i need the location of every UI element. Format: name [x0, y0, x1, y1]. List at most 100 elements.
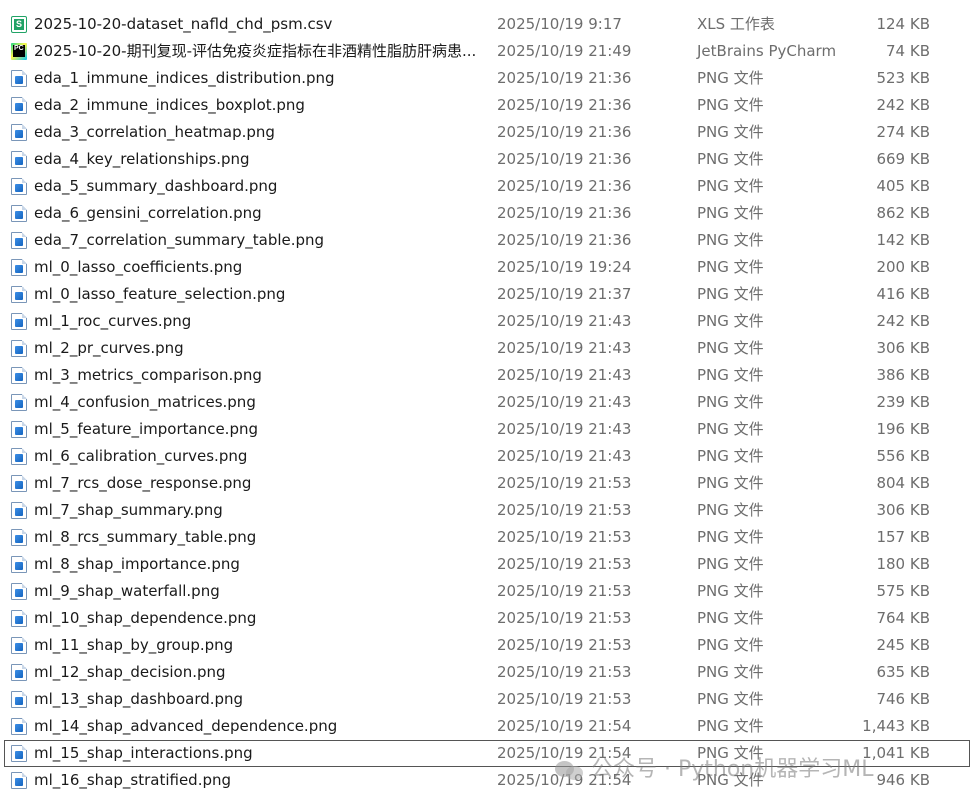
- file-row[interactable]: ml_1_roc_curves.png 2025/10/19 21:43 PNG 文…: [0, 308, 971, 335]
- file-date-modified: 2025/10/19 21:37: [497, 285, 632, 303]
- file-row[interactable]: ml_7_rcs_dose_response.png 2025/10/19 21:…: [0, 470, 971, 497]
- file-name[interactable]: eda_1_immune_indices_distribution.png: [34, 65, 484, 92]
- file-row[interactable]: ml_10_shap_dependence.png 2025/10/19 21:5…: [0, 605, 971, 632]
- png-icon: [11, 556, 27, 573]
- watermark: 公众号 · Python机器学习ML: [555, 754, 873, 786]
- file-date-modified: 2025/10/19 21:43: [497, 447, 632, 465]
- file-size: 142 KB: [876, 231, 930, 249]
- file-row[interactable]: ml_3_metrics_comparison.png 2025/10/19 21…: [0, 362, 971, 389]
- file-name[interactable]: eda_3_correlation_heatmap.png: [34, 119, 484, 146]
- file-type: PNG 文件: [697, 582, 764, 600]
- file-name[interactable]: ml_0_lasso_coefficients.png: [34, 254, 484, 281]
- file-size: 239 KB: [876, 393, 930, 411]
- file-name[interactable]: ml_1_roc_curves.png: [34, 308, 484, 335]
- file-type: PNG 文件: [697, 312, 764, 330]
- file-name[interactable]: ml_8_shap_importance.png: [34, 551, 484, 578]
- file-name[interactable]: ml_15_shap_interactions.png: [34, 740, 484, 767]
- file-type: PNG 文件: [697, 636, 764, 654]
- png-icon: [11, 502, 27, 519]
- file-row[interactable]: ml_12_shap_decision.png 2025/10/19 21:53 P…: [0, 659, 971, 686]
- file-name[interactable]: ml_0_lasso_feature_selection.png: [34, 281, 484, 308]
- file-name[interactable]: ml_6_calibration_curves.png: [34, 443, 484, 470]
- file-name[interactable]: ml_8_rcs_summary_table.png: [34, 524, 484, 551]
- file-date-modified: 2025/10/19 21:36: [497, 69, 632, 87]
- file-name[interactable]: 2025-10-20-期刊复现-评估免疫炎症指标在非酒精性脂肪肝病患...: [34, 38, 484, 65]
- file-type: JetBrains PyCharm: [697, 42, 837, 60]
- file-name[interactable]: ml_10_shap_dependence.png: [34, 605, 484, 632]
- file-size: 242 KB: [876, 96, 930, 114]
- file-date-modified: 2025/10/19 21:54: [497, 717, 632, 735]
- file-name[interactable]: ml_9_shap_waterfall.png: [34, 578, 484, 605]
- file-type: PNG 文件: [697, 339, 764, 357]
- file-row[interactable]: ml_7_shap_summary.png 2025/10/19 21:53 PNG…: [0, 497, 971, 524]
- file-date-modified: 2025/10/19 21:53: [497, 528, 632, 546]
- file-type: PNG 文件: [697, 717, 764, 735]
- file-type: PNG 文件: [697, 447, 764, 465]
- file-date-modified: 2025/10/19 21:43: [497, 366, 632, 384]
- file-row[interactable]: ml_13_shap_dashboard.png 2025/10/19 21:53…: [0, 686, 971, 713]
- file-type: PNG 文件: [697, 69, 764, 87]
- file-name[interactable]: ml_16_shap_stratified.png: [34, 767, 484, 794]
- file-row[interactable]: ml_4_confusion_matrices.png 2025/10/19 21…: [0, 389, 971, 416]
- file-row[interactable]: eda_2_immune_indices_boxplot.png 2025/10/…: [0, 92, 971, 119]
- file-name[interactable]: eda_5_summary_dashboard.png: [34, 173, 484, 200]
- file-name[interactable]: ml_14_shap_advanced_dependence.png: [34, 713, 484, 740]
- file-size: 180 KB: [876, 555, 930, 573]
- file-name[interactable]: ml_7_rcs_dose_response.png: [34, 470, 484, 497]
- pycharm-icon: PC: [11, 43, 27, 60]
- file-row[interactable]: ml_0_lasso_coefficients.png 2025/10/19 19…: [0, 254, 971, 281]
- file-row[interactable]: ml_9_shap_waterfall.png 2025/10/19 21:53 P…: [0, 578, 971, 605]
- file-size: 946 KB: [876, 771, 930, 789]
- file-type: PNG 文件: [697, 123, 764, 141]
- file-row[interactable]: eda_7_correlation_summary_table.png 2025/…: [0, 227, 971, 254]
- file-row[interactable]: ml_11_shap_by_group.png 2025/10/19 21:53 P…: [0, 632, 971, 659]
- file-row[interactable]: ml_8_shap_importance.png 2025/10/19 21:53…: [0, 551, 971, 578]
- file-row[interactable]: eda_6_gensini_correlation.png 2025/10/19 …: [0, 200, 971, 227]
- file-name[interactable]: ml_12_shap_decision.png: [34, 659, 484, 686]
- file-row[interactable]: ml_2_pr_curves.png 2025/10/19 21:43 PNG 文件…: [0, 335, 971, 362]
- file-date-modified: 2025/10/19 21:36: [497, 231, 632, 249]
- file-name[interactable]: 2025-10-20-dataset_nafld_chd_psm.csv: [34, 11, 484, 38]
- file-row[interactable]: ml_14_shap_advanced_dependence.png 2025/1…: [0, 713, 971, 740]
- file-name[interactable]: ml_13_shap_dashboard.png: [34, 686, 484, 713]
- file-row[interactable]: eda_4_key_relationships.png 2025/10/19 21…: [0, 146, 971, 173]
- file-row[interactable]: ml_8_rcs_summary_table.png 2025/10/19 21:…: [0, 524, 971, 551]
- png-icon: [11, 637, 27, 654]
- png-icon: [11, 259, 27, 276]
- file-date-modified: 2025/10/19 21:53: [497, 555, 632, 573]
- file-name[interactable]: ml_4_confusion_matrices.png: [34, 389, 484, 416]
- file-size: 74 KB: [886, 42, 930, 60]
- file-date-modified: 2025/10/19 21:49: [497, 42, 632, 60]
- file-row[interactable]: eda_1_immune_indices_distribution.png 202…: [0, 65, 971, 92]
- file-name[interactable]: ml_2_pr_curves.png: [34, 335, 484, 362]
- file-name[interactable]: ml_3_metrics_comparison.png: [34, 362, 484, 389]
- file-name[interactable]: ml_5_feature_importance.png: [34, 416, 484, 443]
- png-icon: [11, 394, 27, 411]
- file-name[interactable]: eda_6_gensini_correlation.png: [34, 200, 484, 227]
- png-icon: [11, 772, 27, 789]
- file-row[interactable]: ml_0_lasso_feature_selection.png 2025/10/…: [0, 281, 971, 308]
- file-row[interactable]: eda_3_correlation_heatmap.png 2025/10/19 …: [0, 119, 971, 146]
- png-icon: [11, 205, 27, 222]
- file-size: 124 KB: [876, 15, 930, 33]
- file-row[interactable]: ml_6_calibration_curves.png 2025/10/19 21…: [0, 443, 971, 470]
- file-size: 1,443 KB: [862, 717, 930, 735]
- file-name[interactable]: eda_4_key_relationships.png: [34, 146, 484, 173]
- wechat-logo-icon: [555, 759, 585, 781]
- file-row[interactable]: ml_5_feature_importance.png 2025/10/19 21…: [0, 416, 971, 443]
- file-name[interactable]: eda_7_correlation_summary_table.png: [34, 227, 484, 254]
- file-size: 306 KB: [876, 339, 930, 357]
- file-name[interactable]: ml_11_shap_by_group.png: [34, 632, 484, 659]
- file-name[interactable]: eda_2_immune_indices_boxplot.png: [34, 92, 484, 119]
- file-row[interactable]: PC 2025-10-20-期刊复现-评估免疫炎症指标在非酒精性脂肪肝病患... 2…: [0, 38, 971, 65]
- file-size: 200 KB: [876, 258, 930, 276]
- file-type: PNG 文件: [697, 555, 764, 573]
- file-type: PNG 文件: [697, 501, 764, 519]
- file-row[interactable]: S 2025-10-20-dataset_nafld_chd_psm.csv 202…: [0, 11, 971, 38]
- file-type: PNG 文件: [697, 285, 764, 303]
- file-name[interactable]: ml_7_shap_summary.png: [34, 497, 484, 524]
- file-row[interactable]: eda_5_summary_dashboard.png 2025/10/19 21…: [0, 173, 971, 200]
- png-icon: [11, 70, 27, 87]
- file-date-modified: 2025/10/19 21:43: [497, 339, 632, 357]
- file-size: 274 KB: [876, 123, 930, 141]
